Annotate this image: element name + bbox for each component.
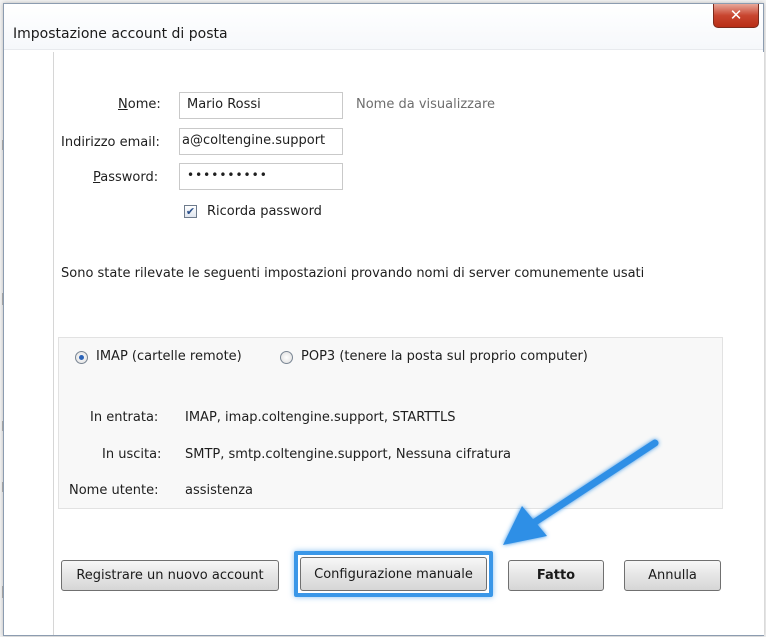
- name-field[interactable]: Mario Rossi: [179, 92, 343, 119]
- outgoing-value: SMTP, smtp.coltengine.support, Nessuna c…: [185, 447, 512, 462]
- cancel-button[interactable]: Annulla: [624, 560, 721, 591]
- done-button-label: Fatto: [536, 568, 576, 583]
- password-label-rest: assword:: [100, 170, 159, 185]
- username-label: Nome utente:: [69, 483, 159, 498]
- name-label-mnemonic: N: [118, 97, 128, 112]
- outgoing-label: In uscita:: [102, 447, 162, 462]
- password-label: Password:: [93, 170, 158, 185]
- checkmark-icon: ✔: [185, 205, 196, 218]
- incoming-label: In entrata:: [90, 410, 159, 425]
- pop3-radio[interactable]: [280, 351, 293, 364]
- incoming-value: IMAP, imap.coltengine.support, STARTTLS: [185, 410, 456, 425]
- remember-password-label: Ricorda password: [207, 204, 322, 219]
- title-bar: Impostazione account di posta ✕: [4, 4, 763, 50]
- email-field[interactable]: a@coltengine.support: [179, 128, 343, 155]
- detected-settings-text: Sono state rilevate le seguenti impostaz…: [61, 266, 645, 281]
- pop3-radio-label: POP3 (tenere la posta sul proprio comput…: [301, 349, 588, 364]
- window-title: Impostazione account di posta: [13, 26, 228, 42]
- close-button[interactable]: ✕: [713, 4, 759, 28]
- imap-radio[interactable]: [75, 351, 88, 364]
- username-value: assistenza: [185, 483, 254, 498]
- name-label: Nome:: [118, 97, 161, 112]
- imap-radio-label: IMAP (cartelle remote): [96, 349, 242, 364]
- register-account-button[interactable]: Registrare un nuovo account: [61, 560, 279, 591]
- name-hint: Nome da visualizzare: [356, 97, 496, 112]
- cancel-button-label: Annulla: [648, 568, 697, 583]
- done-button[interactable]: Fatto: [508, 560, 604, 591]
- register-account-button-label: Registrare un nuovo account: [76, 568, 264, 583]
- email-label: Indirizzo email:: [61, 135, 160, 150]
- password-field[interactable]: ••••••••••: [179, 163, 343, 190]
- email-field-value: a@coltengine.support: [182, 133, 326, 148]
- manual-config-highlight: [294, 551, 493, 597]
- remember-password-checkbox[interactable]: ✔: [184, 205, 197, 218]
- name-label-rest: ome:: [127, 97, 161, 112]
- close-icon: ✕: [729, 6, 743, 24]
